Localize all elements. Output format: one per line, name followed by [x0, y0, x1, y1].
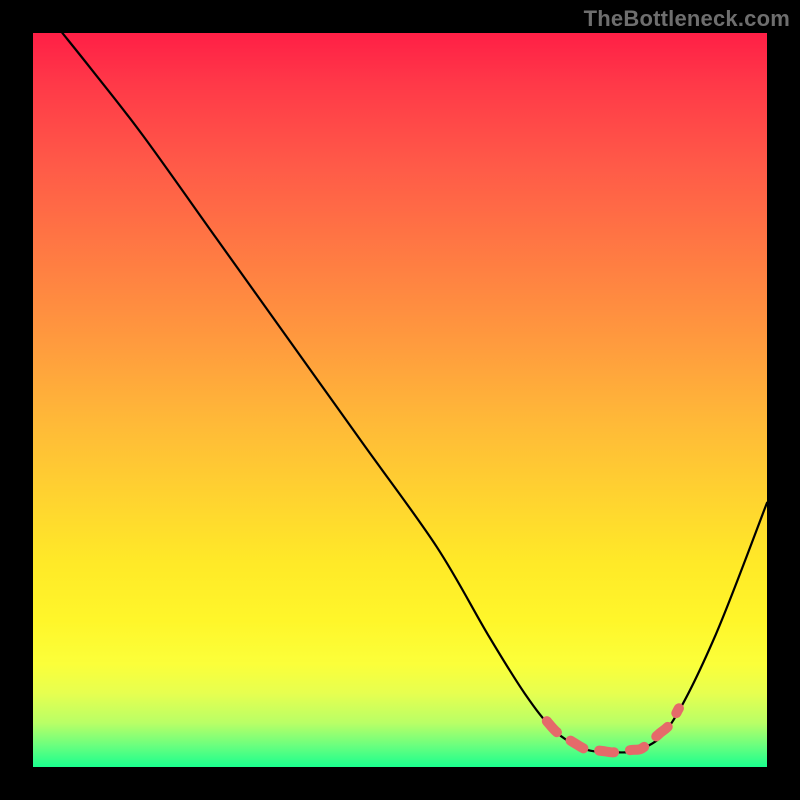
chart-svg: [33, 33, 767, 767]
optimal-range-highlight: [547, 708, 679, 752]
bottleneck-curve: [62, 33, 767, 752]
plot-area: [33, 33, 767, 767]
watermark-text: TheBottleneck.com: [584, 6, 790, 32]
chart-frame: TheBottleneck.com: [0, 0, 800, 800]
